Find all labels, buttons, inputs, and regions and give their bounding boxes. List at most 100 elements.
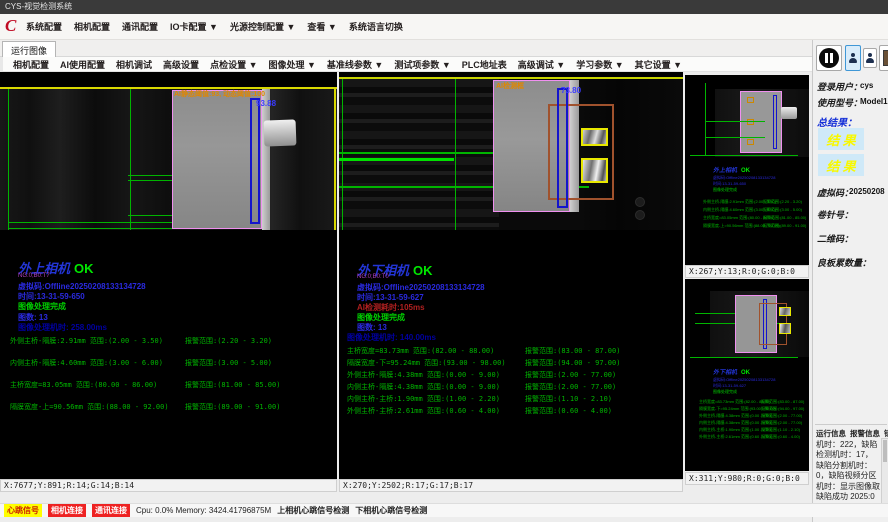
tool-camera-config[interactable]: 相机配置	[13, 58, 49, 71]
log-scrollbar-thumb[interactable]	[883, 440, 887, 462]
info-tab-strip: 运行信息 报警信息 错误信息	[816, 428, 888, 439]
divider	[815, 424, 887, 425]
measurement-text: 外侧主桥-隔膜:2.91mm 范围:(2.00 - 3.50)	[10, 336, 163, 346]
model-label: 使用型号：	[817, 96, 862, 109]
user-icon	[848, 53, 858, 64]
total-result-label: 总结果：	[817, 114, 857, 129]
tab-strip: 运行图像	[0, 40, 888, 57]
camera-name: 外下相机	[713, 370, 737, 376]
toolbar: 相机配置 AI使用配置 相机调试 高级设置 点检设置 ▼ 图像处理 ▼ 基准线参…	[0, 57, 812, 72]
menu-item-light-control[interactable]: 光源控制配置 ▼	[230, 20, 295, 33]
tool-image-processing[interactable]: 图像处理 ▼	[268, 58, 315, 71]
info-tab-alarm[interactable]: 报警信息	[850, 428, 880, 439]
process-done-line: 图像处理完成	[713, 389, 737, 395]
alarm-range-text: 报警范围:(0.60 - 4.00)	[761, 434, 800, 440]
process-time-line: 图像处理机时: 258.00ms	[18, 322, 107, 333]
alarm-range-text: 报警范围:(2.00 - 77.00)	[761, 420, 802, 426]
defect-rect-yellow	[779, 323, 791, 334]
info-tab-run[interactable]: 运行信息	[816, 428, 846, 439]
menu-item-io-config[interactable]: IO卡配置 ▼	[170, 20, 218, 33]
measurement-text: 主桥宽度=83.73mm 范围:(82.00 - 88.00)	[699, 399, 770, 405]
cpu-memory-readout: Cpu: 0.0% Memory: 3424.41796875M	[136, 506, 271, 515]
marker-orange	[747, 119, 754, 125]
virtual-code-value: 20250208	[849, 187, 885, 196]
pause-button[interactable]	[816, 45, 842, 71]
measurement-row: 内侧主桥-主桥:1.90mm 范围:(1.00 - 2.20) 报警范围:(1.…	[347, 394, 677, 404]
tool-test-params[interactable]: 测试项参数 ▼	[394, 58, 450, 71]
roi-line-horizontal	[339, 158, 454, 161]
thumb-camera-heading: 外上相机OK	[713, 165, 750, 174]
tool-learning-params[interactable]: 学习参数 ▼	[576, 58, 623, 71]
bolt-head	[635, 197, 645, 207]
tool-other-settings[interactable]: 其它设置 ▼	[635, 58, 682, 71]
measurement-text: 外侧主桥-隔膜:4.38mm 范围:(0.00 - 9.00)	[347, 370, 500, 380]
measurement-text: 内侧主桥-隔膜:4.60mm 范围:(3.00 - 6.00)	[10, 358, 163, 368]
tool-plc-address[interactable]: PLC地址表	[462, 58, 507, 71]
menu-item-language-switch[interactable]: 系统语言切换	[349, 20, 403, 33]
menu-item-comm-config[interactable]: 通讯配置	[122, 20, 158, 33]
brand-logo-icon: C	[5, 16, 16, 36]
measurement-row: 主桥宽度=83.73mm 范围:(82.00 - 88.00) 报警范围:(83…	[347, 346, 677, 356]
menu-item-system-config[interactable]: 系统配置	[26, 20, 62, 33]
measurement-row: 外侧主桥-主桥:2.61mm 范围:(0.60 - 4.00) 报警范围:(0.…	[347, 406, 677, 416]
qr-code-label: 二维码：	[817, 232, 853, 245]
comm-connection-chip: 通讯连接	[92, 504, 130, 517]
measurement-text: 内侧主桥-隔膜:4.38mm 范围:(0.00 - 9.00)	[347, 382, 500, 392]
machine-texture	[339, 79, 499, 230]
window-titlebar[interactable]: CYS-视觉检测系统	[0, 0, 888, 14]
defect-rect-yellow	[779, 307, 791, 316]
tool-camera-debug[interactable]: 相机调试	[116, 58, 152, 71]
thumbnail-top-statusbar: X:267;Y:13;R:0;G:0;B:0	[685, 265, 809, 278]
camera-name: 外上相机	[713, 168, 737, 174]
tool-ai-use-config[interactable]: AI使用配置	[60, 58, 105, 71]
lower-camera-heartbeat-label: 下相机心跳信号检测	[355, 505, 427, 516]
yellow-boundary-line	[334, 89, 336, 230]
roi-rect-pink	[172, 90, 262, 229]
user-mode-button[interactable]	[863, 48, 877, 68]
model-value: Model1	[860, 97, 888, 106]
marker-orange	[747, 97, 754, 103]
measurement-row: 外侧主桥-隔膜:4.38mm 范围:(0.00 - 9.00) 报警范围:(2.…	[347, 370, 677, 380]
heartbeat-status-chip: 心跳信号	[4, 504, 42, 517]
measurement-text: 主桥宽度=83.05mm 范围:(80.00 - 86.00)	[10, 380, 157, 390]
roi-line-vertical	[455, 79, 456, 230]
alarm-range-text: 报警范围:(2.00 - 77.00)	[525, 382, 616, 392]
menu-item-camera-config[interactable]: 相机配置	[74, 20, 110, 33]
tool-advanced-debug[interactable]: 高级调试 ▼	[518, 58, 565, 71]
thumb-camera-heading: 外下相机OK	[713, 367, 750, 376]
tool-baseline-params[interactable]: 基准线参数 ▼	[327, 58, 383, 71]
roi-line-vertical	[342, 79, 343, 230]
roi-line-horizontal	[705, 137, 765, 138]
user-icon	[865, 53, 875, 64]
alarm-range-text: 报警范围:(2.20 - 3.20)	[763, 199, 802, 205]
alarm-range-text: 报警范围:(1.10 - 2.10)	[525, 394, 612, 404]
reel-needle-label: 卷针号：	[817, 208, 853, 221]
thumbnail-bottom-camera[interactable]: 外下相机OK 虚拟码:Offline20250208133134728 时间:1…	[685, 279, 809, 471]
marker-orange	[747, 139, 754, 145]
login-user-value: cys	[860, 81, 873, 90]
measure-value-overlay: 93.88	[256, 99, 276, 108]
threshold-overlay-label: AI静态阈值:93, 动态阈值:100	[174, 89, 265, 99]
side-panel: 登录用户： cys 使用型号： Model1 总结果： 结 果 结 果 虚拟码：…	[812, 40, 888, 522]
pause-icon	[819, 48, 839, 68]
measurement-text: 外侧主桥-主桥:2.61mm 范围:(0.60 - 4.00)	[347, 406, 500, 416]
thumbnail-top-camera[interactable]: 外上相机OK 虚拟码:Offline20250208133134728 时间:1…	[685, 75, 809, 265]
measurement-row: 外侧主桥-隔膜:2.91mm 范围:(2.00 - 3.50) 报警范围:(2.…	[10, 336, 330, 346]
middle-camera-panel[interactable]: AI检测框 73.80 外下相机OK NG:0;B0:T0 虚拟码:Offlin…	[339, 72, 683, 479]
user-mode-button-selected[interactable]	[845, 45, 861, 71]
result-ok: OK	[74, 261, 94, 276]
menu-item-view[interactable]: 查看 ▼	[307, 20, 336, 33]
camera-connection-chip: 相机连接	[48, 504, 86, 517]
alarm-range-text: 报警范围:(2.20 - 3.20)	[185, 336, 272, 346]
tool-advanced-settings[interactable]: 高级设置	[163, 58, 199, 71]
left-camera-panel[interactable]: AI静态阈值:93, 动态阈值:100 93.88 外上相机OK NG:0;B0…	[0, 72, 337, 479]
exit-button[interactable]	[879, 45, 888, 71]
alarm-range-text: 报警范围:(81.00 - 85.00)	[763, 215, 806, 221]
process-done-line: 图像处理完成	[18, 301, 66, 312]
tool-spot-check[interactable]: 点检设置 ▼	[210, 58, 257, 71]
ai-box-label: AI检测框	[496, 81, 524, 91]
alarm-range-text: 报警范围:(1.10 - 2.10)	[761, 427, 800, 433]
alarm-range-text: 报警范围:(2.00 - 77.00)	[525, 370, 616, 380]
left-camera-image[interactable]	[0, 89, 337, 230]
alarm-range-text: 报警范围:(83.00 - 87.00)	[525, 346, 620, 356]
